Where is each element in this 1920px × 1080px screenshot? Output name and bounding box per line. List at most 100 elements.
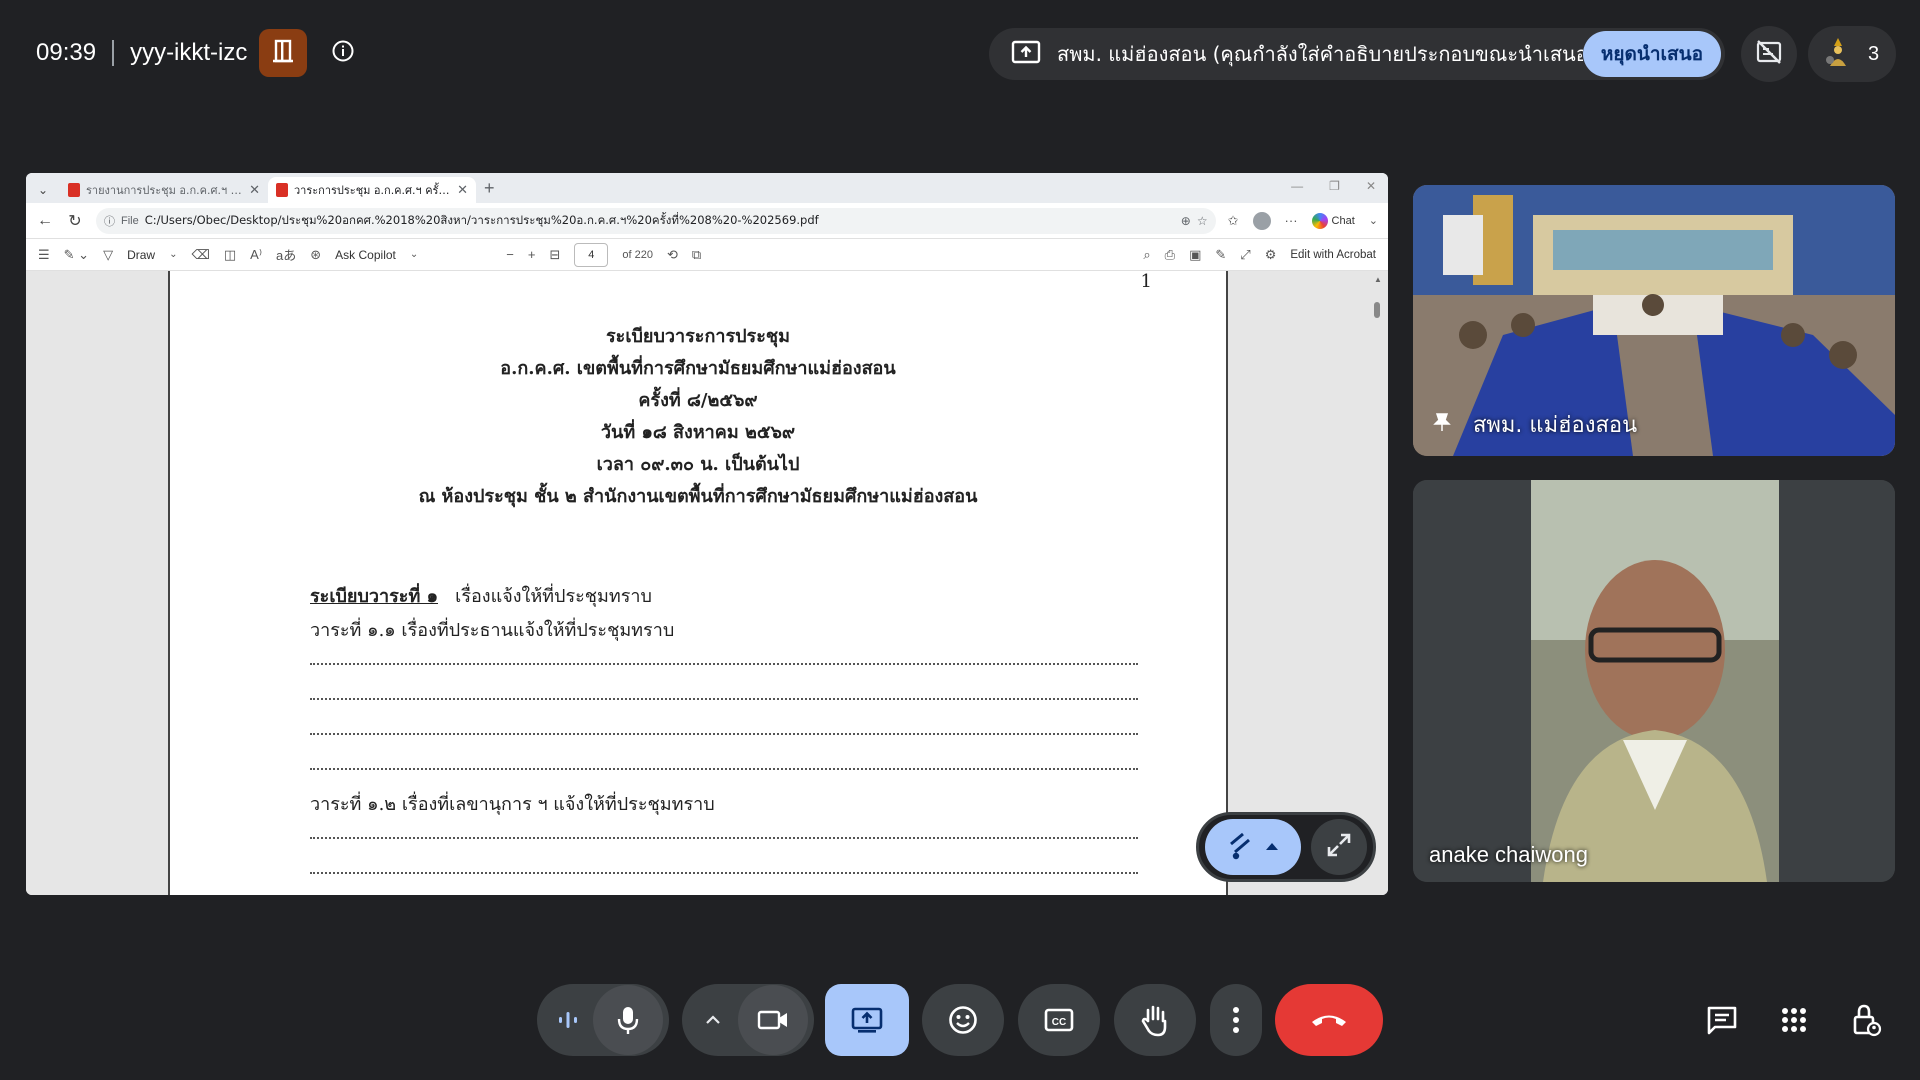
pdf-viewer[interactable]: 1 ระเบียบวาระการประชุม อ.ก.ค.ศ. เขตพื้นท… (26, 271, 1388, 895)
hide-captions-button[interactable] (1741, 26, 1797, 82)
restore-icon[interactable]: ❐ (1329, 179, 1340, 193)
url-scheme: File (121, 214, 139, 227)
fit-page-icon[interactable]: ⊟ (549, 247, 560, 263)
two-page-icon[interactable]: ⧉ (692, 247, 701, 263)
more-options-button[interactable] (1210, 984, 1262, 1056)
meeting-code: yyy-ikkt-izc (130, 39, 248, 66)
annotate-button[interactable] (1205, 819, 1301, 875)
participant-tile-anake[interactable]: anake chaiwong (1413, 480, 1895, 882)
presenting-status-text: สพม. แม่ฮ่องสอน (คุณกำลังใส่คำอธิบายประก… (1057, 42, 1583, 66)
address-bar[interactable]: ⓘ File C:/Users/Obec/Desktop/ประชุม%20อก… (96, 207, 1216, 234)
lock-person-icon (1853, 1004, 1882, 1037)
header-line: ระเบียบวาระการประชุม (606, 326, 790, 347)
zoom-in-icon[interactable]: + (528, 247, 536, 262)
tab-agenda[interactable]: วาระการประชุม อ.ก.ค.ศ.ฯ ครั้งที่ 8 - 256… (268, 177, 476, 203)
pdf-icon (68, 183, 80, 197)
expand-button[interactable] (1311, 819, 1367, 875)
expand-icon (1326, 832, 1352, 863)
closed-caption-off-icon (1755, 39, 1783, 70)
pdf-scrollbar[interactable]: ▲ (1374, 275, 1382, 885)
more-icon[interactable]: ··· (1285, 213, 1298, 228)
edit-with-acrobat-button[interactable]: Edit with Acrobat (1290, 249, 1376, 261)
eraser-icon[interactable]: ⌫ (191, 247, 209, 263)
reload-icon[interactable]: ↻ (66, 211, 84, 231)
camera-control (682, 984, 814, 1056)
zoom-icon[interactable]: ⊕ (1181, 214, 1191, 228)
activities-button[interactable] (1774, 1000, 1814, 1040)
draw-icon[interactable]: ▽ (103, 247, 113, 263)
reactions-button[interactable] (922, 984, 1004, 1056)
pin-icon[interactable] (1431, 411, 1453, 438)
star-icon[interactable]: ☆ (1197, 214, 1208, 228)
read-aloud-icon[interactable]: A⁾ (250, 247, 262, 263)
microphone-icon (617, 1007, 639, 1034)
closed-caption-icon: CC (1044, 1008, 1074, 1032)
page-total: of 220 (622, 248, 653, 261)
camera-button[interactable] (738, 985, 808, 1055)
settings-icon[interactable]: ⚙ (1265, 247, 1277, 263)
rotate-icon[interactable]: ⟲ (667, 247, 678, 263)
microphone-button[interactable] (593, 985, 663, 1055)
clock: 09:39 (36, 39, 97, 66)
page-view-icon[interactable]: ◫ (224, 247, 236, 263)
meeting-details-button[interactable] (325, 35, 361, 71)
pdf-page: 1 ระเบียบวาระการประชุม อ.ก.ค.ศ. เขตพื้นท… (168, 271, 1228, 895)
save-icon[interactable]: ▣ (1189, 247, 1201, 263)
scroll-thumb[interactable] (1374, 302, 1380, 318)
profile-icon[interactable] (1252, 211, 1271, 230)
print-icon[interactable]: ⎙ (1165, 247, 1175, 263)
present-screen-button[interactable] (825, 984, 909, 1056)
door-icon (272, 39, 294, 68)
close-window-icon[interactable]: ✕ (1366, 179, 1376, 193)
host-controls-button[interactable] (1846, 1000, 1886, 1040)
participants-button[interactable]: 3 (1808, 26, 1896, 82)
camera-options-button[interactable] (688, 1015, 738, 1025)
tab-search-icon[interactable]: ⌄ (34, 183, 52, 197)
info-icon (331, 39, 355, 68)
save-as-icon[interactable]: ✎ (1215, 247, 1226, 263)
header-line: เวลา ๐๙.๓๐ น. เป็นต้นไป (596, 454, 800, 475)
draw-button[interactable]: Draw (127, 248, 155, 262)
emoji-icon (949, 1006, 977, 1034)
leave-call-button[interactable] (1275, 984, 1383, 1056)
tab-report[interactable]: รายงานการประชุม อ.ก.ค.ศ.ฯ 7-2569.pdf ✕ (60, 177, 268, 203)
present-screen-icon (851, 1007, 883, 1033)
zoom-out-icon[interactable]: − (506, 247, 514, 262)
copilot-chat-button[interactable]: Chat (1311, 212, 1355, 229)
stop-presenting-button[interactable]: หยุดนำเสนอ (1582, 31, 1721, 77)
translate-icon[interactable]: aあ (276, 245, 296, 264)
page-number-input[interactable]: 4 (574, 242, 609, 267)
dotted-line (310, 837, 1138, 839)
search-icon[interactable]: ⌕ (1143, 247, 1150, 263)
new-tab-icon[interactable]: + (484, 178, 495, 199)
contents-icon[interactable]: ☰ (38, 247, 50, 263)
apps-grid-icon (1782, 1008, 1806, 1032)
divider (112, 40, 115, 66)
agenda-1-heading: ระเบียบวาระที่ ๑ เรื่องแจ้งให้ที่ประชุมท… (310, 581, 652, 610)
chat-button[interactable] (1702, 1000, 1742, 1040)
scroll-up-icon[interactable]: ▲ (1374, 275, 1382, 284)
fullscreen-icon[interactable]: ⤢ (1240, 247, 1250, 263)
participant-tile-room[interactable]: สพม. แม่ฮ่องสอน (1413, 185, 1895, 456)
pen-icon (1227, 830, 1255, 865)
page-number: 1 (1140, 271, 1152, 292)
more-vert-icon (1233, 1007, 1239, 1033)
close-tab-icon[interactable]: ✕ (249, 182, 260, 198)
minimize-icon[interactable]: — (1291, 179, 1303, 193)
captions-button[interactable]: CC (1018, 984, 1100, 1056)
raise-hand-button[interactable] (1114, 984, 1196, 1056)
pdf-icon (276, 183, 288, 197)
breakout-room-button[interactable] (259, 29, 308, 77)
highlight-icon[interactable]: ✎ ⌄ (64, 247, 89, 263)
chevron-down-icon[interactable]: ⌄ (1369, 214, 1378, 227)
chevron-down-icon[interactable]: ⌄ (410, 249, 418, 260)
tab-strip: ⌄ รายงานการประชุม อ.ก.ค.ศ.ฯ 7-2569.pdf ✕… (26, 173, 1388, 203)
ask-copilot-button[interactable]: Ask Copilot (335, 248, 396, 262)
close-tab-icon[interactable]: ✕ (457, 182, 468, 198)
chevron-down-icon[interactable]: ⌄ (169, 249, 177, 260)
back-icon[interactable]: ← (36, 212, 54, 230)
favorites-icon[interactable]: ✩ (1228, 213, 1239, 229)
dotted-line (310, 733, 1138, 735)
people-icon (1822, 36, 1854, 73)
hand-icon (1141, 1005, 1167, 1037)
